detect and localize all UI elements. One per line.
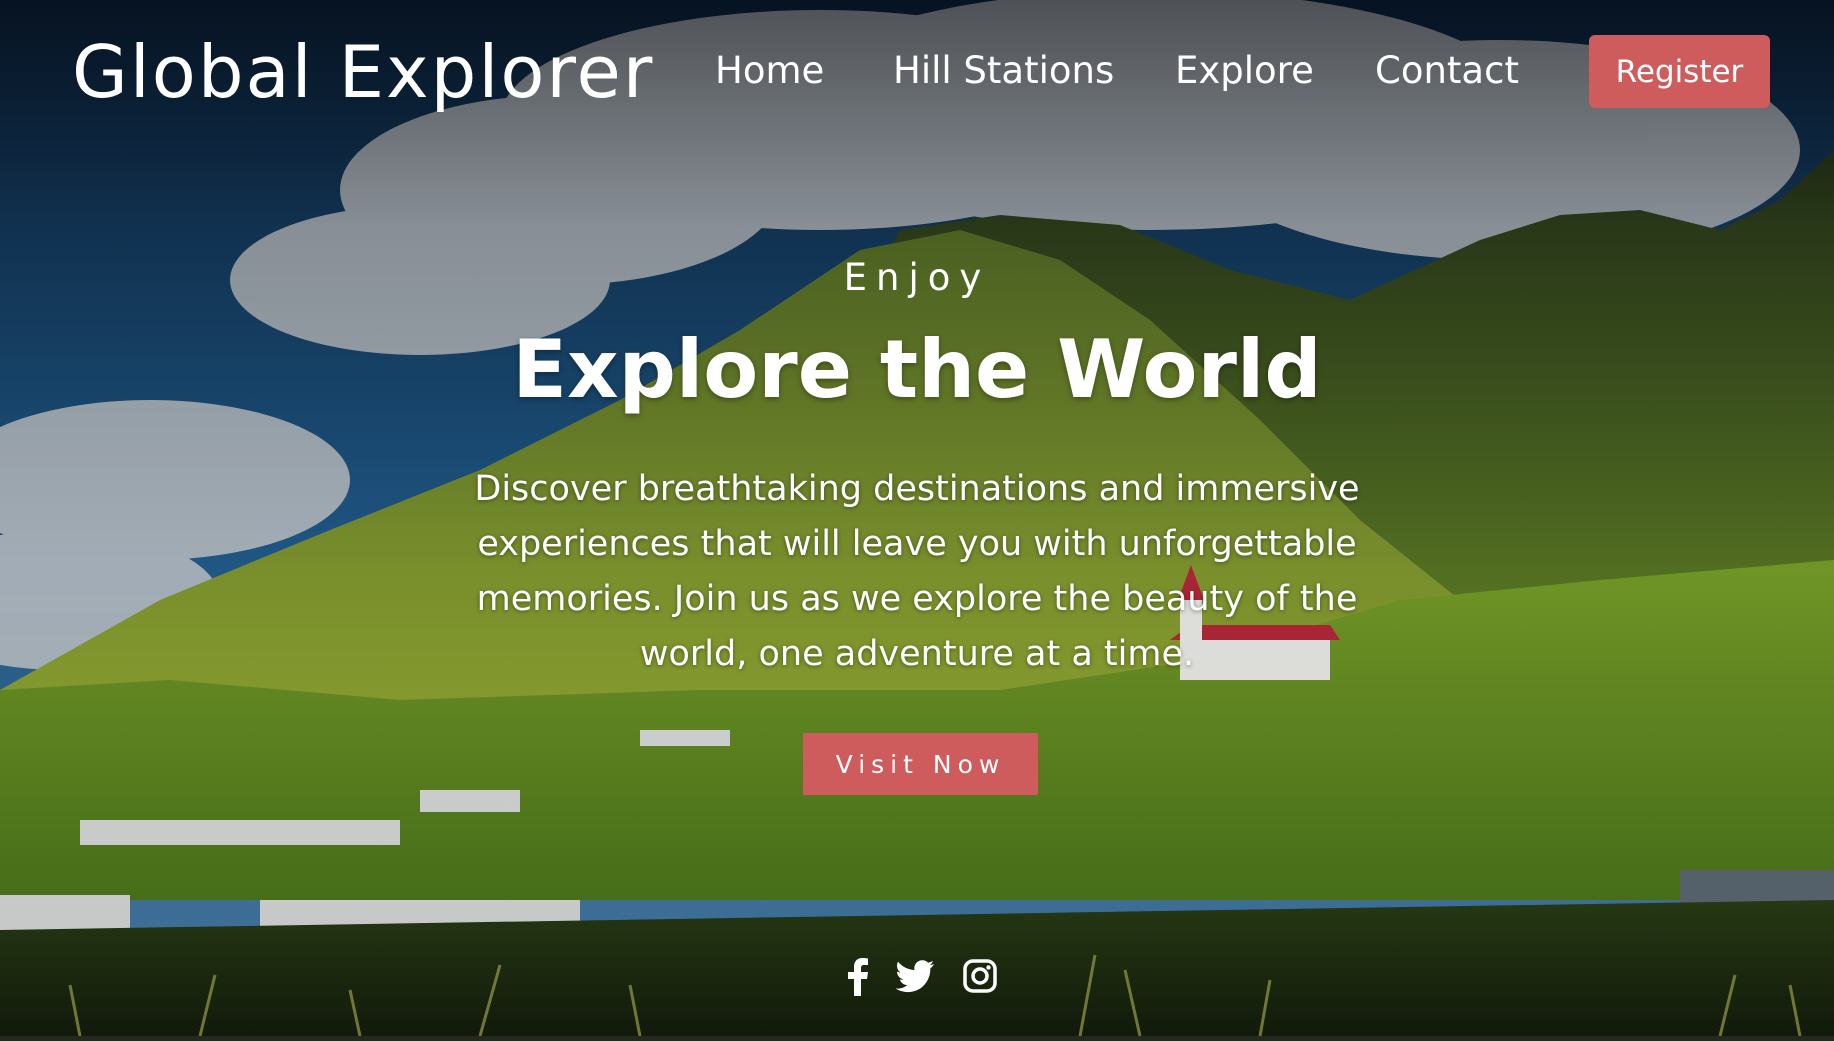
hero-eyebrow: Enjoy <box>843 256 991 299</box>
nav-link-home[interactable]: Home <box>715 48 824 94</box>
nav-link-explore[interactable]: Explore <box>1175 48 1314 94</box>
twitter-icon[interactable] <box>896 954 936 998</box>
hero-description: Discover breathtaking destinations and i… <box>474 469 1360 674</box>
nav-link-hill-stations[interactable]: Hill Stations <box>893 48 1114 94</box>
top-navbar: Global Explorer Home Hill Stations Explo… <box>0 0 1834 142</box>
social-links <box>0 954 1834 998</box>
nav-link-contact[interactable]: Contact <box>1375 48 1519 94</box>
page-bottom-border <box>0 1036 1834 1041</box>
site-logo-text[interactable]: Global Explorer <box>72 30 654 114</box>
visit-now-button[interactable]: Visit Now <box>803 733 1038 795</box>
hero-section: Global Explorer Home Hill Stations Explo… <box>0 0 1834 1036</box>
instagram-icon[interactable] <box>960 954 1000 998</box>
hero-title: Explore the World <box>512 323 1322 416</box>
facebook-icon[interactable] <box>838 954 878 998</box>
register-button[interactable]: Register <box>1589 35 1770 108</box>
